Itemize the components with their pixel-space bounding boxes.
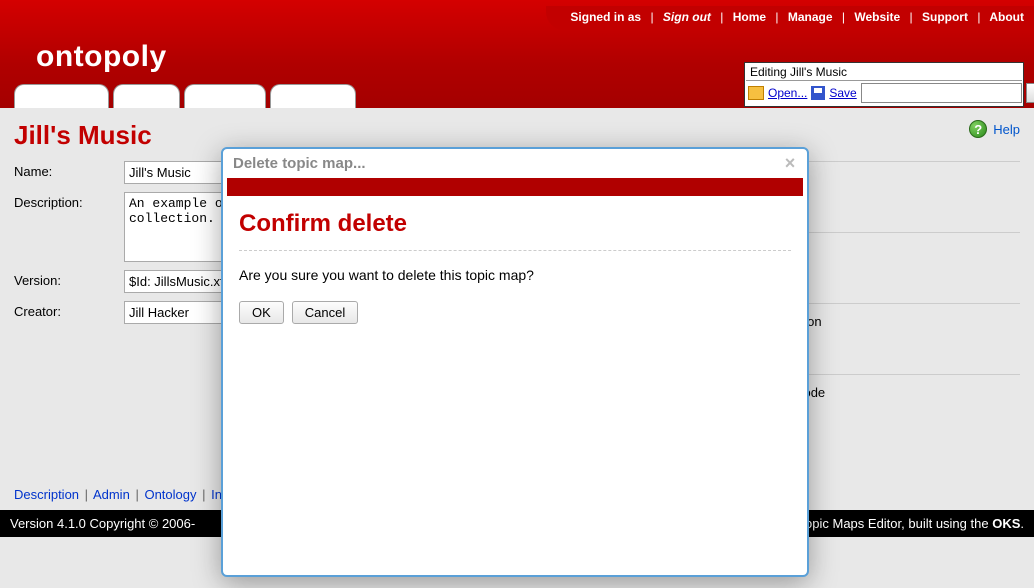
save-button[interactable]: Save <box>811 86 856 100</box>
editing-title: Editing Jill's Music <box>746 64 1022 81</box>
editing-box: Editing Jill's Music Open... Save Find <box>744 62 1024 107</box>
modal-divider <box>239 250 791 251</box>
tab-ontology[interactable]: Ontology <box>184 84 266 108</box>
desc-label: Description: <box>14 192 124 210</box>
close-icon[interactable]: × <box>781 155 799 173</box>
footer-right: Topic Maps Editor, built using the OKS. <box>799 516 1024 531</box>
tab-admin[interactable]: Admin <box>113 84 180 108</box>
bottom-link-description[interactable]: Description <box>14 487 79 502</box>
topbar: Signed in as | Sign out | Home | Manage … <box>546 6 1034 30</box>
nav-website[interactable]: Website <box>854 10 900 24</box>
modal-redbar <box>227 178 803 196</box>
tab-description[interactable]: Description <box>14 84 109 108</box>
creator-label: Creator: <box>14 301 124 319</box>
open-button[interactable]: Open... <box>748 86 807 100</box>
modal-title: Confirm delete <box>239 210 791 238</box>
nav-about[interactable]: About <box>989 10 1024 24</box>
help-link[interactable]: ? Help <box>969 120 1020 138</box>
find-input[interactable] <box>861 83 1022 103</box>
signout-link[interactable]: Sign out <box>663 10 711 24</box>
signed-in-label: Signed in as <box>570 10 641 24</box>
main-tabs: Description Admin Ontology Instances <box>14 84 356 108</box>
modal-header: Delete topic map... <box>223 149 807 178</box>
nav-home[interactable]: Home <box>733 10 766 24</box>
find-button[interactable]: Find <box>1026 83 1034 103</box>
bottom-link-ontology[interactable]: Ontology <box>144 487 196 502</box>
nav-support[interactable]: Support <box>922 10 968 24</box>
name-label: Name: <box>14 161 124 179</box>
folder-open-icon <box>748 86 764 100</box>
logo: ontopoly <box>36 40 167 74</box>
footer-left: Version 4.1.0 Copyright © 2006- <box>10 516 195 531</box>
bottom-link-admin[interactable]: Admin <box>93 487 130 502</box>
header: Signed in as | Sign out | Home | Manage … <box>0 0 1034 108</box>
help-icon: ? <box>969 120 987 138</box>
cancel-button[interactable]: Cancel <box>292 301 358 324</box>
nav-manage[interactable]: Manage <box>788 10 833 24</box>
modal-message: Are you sure you want to delete this top… <box>239 267 791 283</box>
floppy-disk-icon <box>811 86 825 100</box>
ok-button[interactable]: OK <box>239 301 284 324</box>
version-label: Version: <box>14 270 124 288</box>
confirm-delete-modal: Delete topic map... × Confirm delete Are… <box>221 147 809 577</box>
tab-instances[interactable]: Instances <box>270 84 356 108</box>
